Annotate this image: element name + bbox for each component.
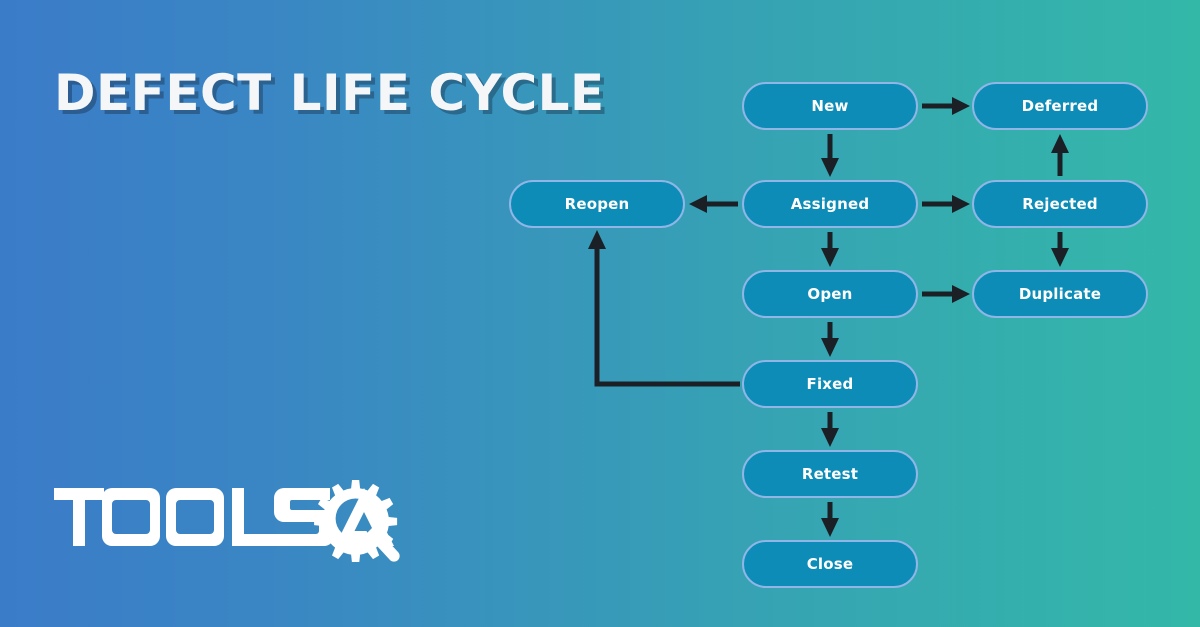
node-fixed[interactable]: Fixed xyxy=(742,360,918,408)
edge-open-to-fixed xyxy=(821,322,839,357)
toolsqa-logo xyxy=(52,478,412,563)
edge-assigned-to-reopen xyxy=(689,195,738,213)
edge-retest-to-close xyxy=(821,502,839,537)
node-label: New xyxy=(811,97,849,115)
node-label: Fixed xyxy=(806,375,854,393)
logo-wordmark-tools xyxy=(54,488,334,546)
edge-fixed-to-reopen xyxy=(588,230,740,387)
node-label: Open xyxy=(807,285,853,303)
edge-rejected-to-deferred xyxy=(1051,134,1069,176)
node-label: Retest xyxy=(801,465,859,483)
node-assigned[interactable]: Assigned xyxy=(742,180,918,228)
edge-new-to-assigned xyxy=(821,134,839,177)
toolsqa-logo-svg xyxy=(54,480,400,563)
edge-assigned-to-rejected xyxy=(922,195,970,213)
page-title: DEFECT LIFE CYCLE xyxy=(54,64,605,122)
node-new[interactable]: New xyxy=(742,82,918,130)
node-label: Reopen xyxy=(564,195,630,213)
edge-rejected-to-duplicate xyxy=(1051,232,1069,267)
edge-open-to-duplicate xyxy=(922,285,970,303)
node-label: Rejected xyxy=(1022,195,1098,213)
node-duplicate[interactable]: Duplicate xyxy=(972,270,1148,318)
node-reopen[interactable]: Reopen xyxy=(509,180,685,228)
infographic-canvas: DEFECT LIFE CYCLE New Deferred Reopen As… xyxy=(0,0,1200,627)
node-label: Deferred xyxy=(1021,97,1099,115)
node-rejected[interactable]: Rejected xyxy=(972,180,1148,228)
node-deferred[interactable]: Deferred xyxy=(972,82,1148,130)
node-retest[interactable]: Retest xyxy=(742,450,918,498)
node-label: Close xyxy=(806,555,854,573)
edge-assigned-to-open xyxy=(821,232,839,267)
node-label: Assigned xyxy=(790,195,870,213)
edge-new-to-deferred xyxy=(922,97,970,115)
edge-fixed-to-retest xyxy=(821,412,839,447)
node-label: Duplicate xyxy=(1018,285,1102,303)
node-close[interactable]: Close xyxy=(742,540,918,588)
node-open[interactable]: Open xyxy=(742,270,918,318)
